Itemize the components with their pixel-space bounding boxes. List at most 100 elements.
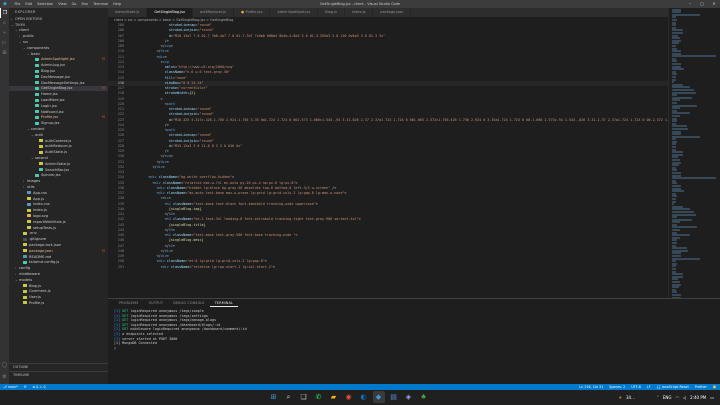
file-icon [35, 86, 39, 90]
menu-item-run[interactable]: Run [79, 2, 91, 6]
tree-item-label: components [27, 45, 50, 50]
editor-tab[interactable]: Blog.js [318, 8, 345, 17]
status-item[interactable]: Ln 216, Col 31 [576, 385, 606, 389]
terminal-line: ▯ [114, 345, 117, 350]
task-view-icon[interactable]: ❏ [298, 391, 310, 403]
code-editor[interactable]: 205 strokeLinecap="round" 206 strokeLinej… [108, 23, 668, 298]
file-explorer-icon[interactable]: ▰ [328, 391, 340, 403]
notification-icon[interactable]: ▭ [710, 395, 714, 400]
editor-tab-label: authReducer.js [200, 10, 226, 14]
wifi-icon[interactable]: ◠ [676, 395, 680, 400]
clock[interactable]: 2:40 PM [690, 395, 706, 400]
code-line[interactable]: 251 <div className="relative lg:row-star… [108, 265, 668, 270]
file-icon [35, 104, 39, 108]
timeline-section[interactable]: TIMELINE [9, 371, 108, 378]
minimap-line [672, 13, 700, 16]
minimap-line [672, 68, 685, 71]
tree-item-label: package.json [29, 248, 53, 253]
file-icon [35, 110, 39, 114]
file-icon [23, 295, 27, 299]
start-icon[interactable]: ⊞ [268, 391, 280, 403]
language-indicator[interactable]: ENG [663, 395, 672, 400]
account-icon[interactable]: ◯ [0, 360, 9, 370]
line-number: 251 [117, 264, 124, 269]
editor-tab[interactable]: ● Profile.jsx [233, 8, 271, 17]
minimap-line [672, 257, 700, 260]
mongodb-icon[interactable]: ♠ [418, 391, 430, 403]
terminal-output[interactable]: [1] GET loginRequired anonymous /tags/si… [108, 307, 720, 352]
minimap-line [672, 50, 682, 53]
modified-badge: M [101, 115, 105, 120]
terminal-prefix: [1] [114, 318, 123, 323]
maximize-icon[interactable]: ▢ [696, 0, 708, 8]
tree-item-label: Spinner.jsx [41, 173, 61, 178]
tree-item-label: client [19, 28, 29, 33]
status-item[interactable]: Prettier [692, 385, 710, 389]
gear-icon[interactable]: ⚙ [0, 372, 9, 382]
minimize-icon[interactable]: – [684, 0, 696, 8]
explorer-icon[interactable]: ❐ [0, 8, 9, 18]
tree-item-label: middleware [19, 271, 41, 276]
editor-tab[interactable]: AdminState.js [108, 8, 148, 17]
status-item[interactable]: ⟳ [21, 385, 30, 389]
minimap-line [672, 221, 680, 224]
tree-item-label: Blog.jsx [41, 69, 56, 74]
whatsapp-icon[interactable]: ✆ [313, 391, 325, 403]
vscode-taskbar-icon[interactable]: ◆ [372, 391, 385, 403]
file-icon [27, 202, 31, 206]
status-item[interactable]: ⎇ main* [0, 385, 21, 389]
panel-tab-problems[interactable]: PROBLEMS [114, 299, 144, 307]
editor-tab[interactable]: package.json [373, 8, 412, 17]
file-icon [35, 69, 39, 73]
terminal-prefix: [1] [114, 309, 123, 313]
panel-tab-debug-console[interactable]: DEBUG CONSOLE [168, 299, 209, 307]
extensions-icon[interactable]: ⊞ [0, 48, 9, 58]
menu-item-go[interactable]: Go [69, 2, 79, 6]
app-icon[interactable]: ◈ [403, 391, 415, 403]
menu-item-selection[interactable]: Selection [35, 2, 56, 6]
minimap-line [672, 286, 680, 289]
file-icon [35, 92, 39, 96]
menu-item-terminal[interactable]: Terminal [91, 2, 111, 6]
minimap-line [672, 44, 676, 47]
menu-item-edit[interactable]: Edit [23, 2, 35, 6]
outline-section[interactable]: OUTLINE [9, 363, 108, 370]
chevron-up-icon[interactable]: ˄ [657, 395, 659, 400]
tree-item[interactable]: Profile.js [9, 300, 108, 306]
tree-item-label: Signup.jsx [41, 121, 60, 126]
search-icon[interactable]: ⌕ [0, 18, 9, 28]
minimap-line [672, 172, 682, 174]
menu-item-help[interactable]: Help [110, 2, 123, 6]
volume-icon[interactable]: ◁ [683, 395, 686, 400]
status-item[interactable]: UTF-8 [628, 385, 644, 389]
minimap-line [672, 31, 683, 34]
editor-tab[interactable]: AdminSpotlight.jsx [270, 8, 319, 17]
menu-item-file[interactable]: File [12, 2, 23, 6]
modified-badge: M [101, 248, 105, 253]
search-taskbar-icon[interactable]: ⌕ [283, 391, 295, 403]
editor-tab[interactable]: authReducer.js [193, 8, 234, 17]
close-icon[interactable]: ✕ [708, 0, 720, 8]
panel-tab-terminal[interactable]: TERMINAL [209, 299, 239, 307]
status-item[interactable]: Spaces: 2 [606, 385, 628, 389]
run-debug-icon[interactable]: ▷ [0, 38, 9, 48]
weather-text[interactable]: 34... [626, 395, 635, 400]
status-item[interactable]: 🔔 [710, 385, 720, 389]
panel-tab-output[interactable]: OUTPUT [144, 299, 169, 307]
chrome-icon[interactable]: ◉ [343, 391, 355, 403]
minimap[interactable] [668, 8, 720, 298]
menu-item-view[interactable]: View [56, 2, 69, 6]
source-control-icon[interactable]: ⑂ [0, 28, 9, 38]
editor-tab[interactable]: index.js [344, 8, 374, 17]
system-tray: ☀ 34... ˄ ENG ◠ ◁ 2:40 PM ▭ [616, 390, 716, 405]
editor-tab[interactable]: GetSingleBlog.jsx [147, 8, 194, 17]
edge-icon[interactable]: ◐ [358, 391, 370, 403]
vscode-logo-icon: ◆ [3, 1, 7, 7]
status-item[interactable]: LF [644, 385, 654, 389]
status-item[interactable]: {} JavaScript React [654, 385, 692, 389]
store-icon[interactable]: ▤ [388, 391, 400, 403]
minimap-line [672, 114, 681, 117]
tree-item-label: tailwind.config.js [29, 260, 60, 265]
status-item[interactable]: ⊗ 0 ⚠ 0 [30, 385, 49, 389]
tree-item-label: .gitignore [29, 237, 47, 242]
